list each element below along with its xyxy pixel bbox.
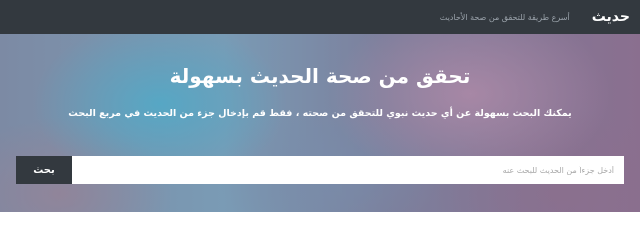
search-bar: بحث: [16, 156, 624, 184]
brand-link[interactable]: حديث: [592, 9, 630, 25]
search-button[interactable]: بحث: [16, 156, 72, 184]
hero-subtitle: يمكنك البحث بسهولة عن أي حديث نبوي للتحق…: [68, 108, 572, 119]
page-content-area: [0, 212, 640, 235]
hero-banner: تحقق من صحة الحديث بسهولة يمكنك البحث بس…: [0, 34, 640, 212]
search-input[interactable]: [72, 156, 624, 184]
top-navbar: حديث أسرع طريقة للتحقق من صحة الأحاديث: [0, 0, 640, 34]
hero-title: تحقق من صحة الحديث بسهولة: [169, 64, 471, 88]
navbar-tagline: أسرع طريقة للتحقق من صحة الأحاديث: [439, 12, 570, 22]
